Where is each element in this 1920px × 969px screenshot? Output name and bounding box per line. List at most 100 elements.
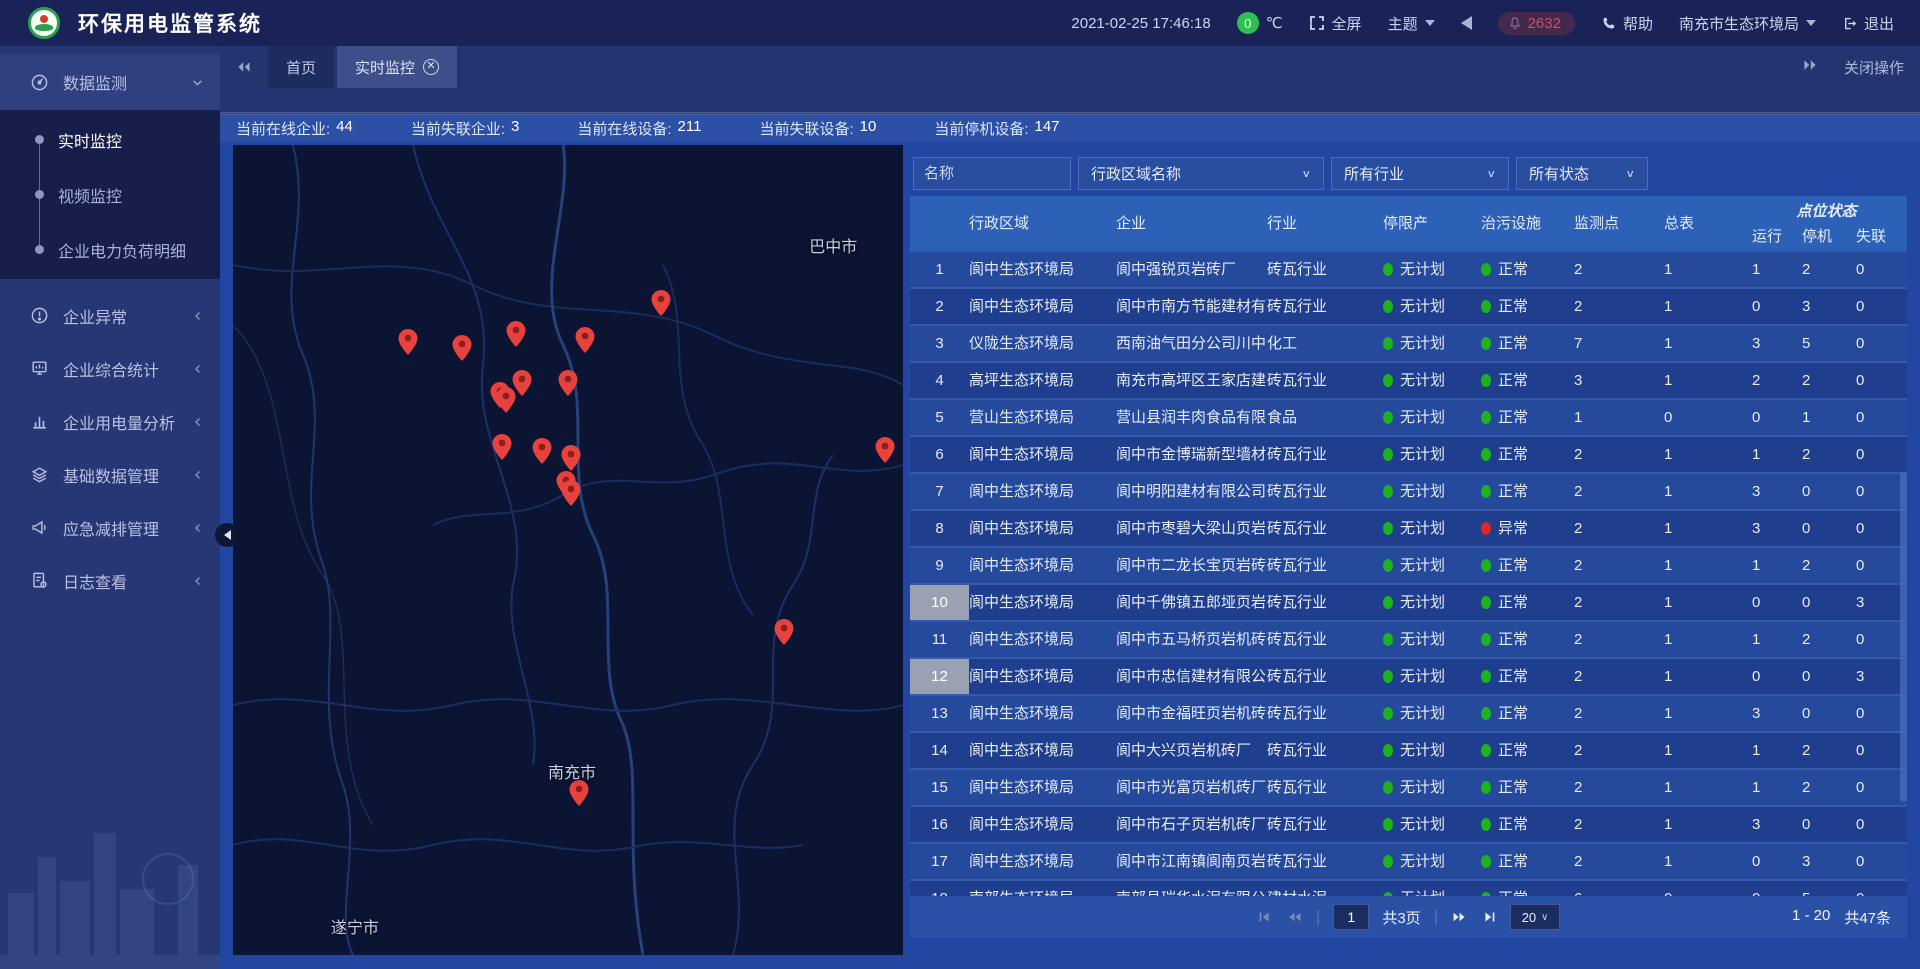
table-row[interactable]: 7 阆中生态环境局 阆中明阳建材有限公司 砖瓦行业 无计划 正常 2 1 3 0… bbox=[910, 474, 1907, 511]
table-row[interactable]: 18 南部生态环境局 南部县瑞华水泥有限公 建材水泥 无计划 正常 6 0 0 … bbox=[910, 881, 1907, 896]
location-pin-icon bbox=[774, 619, 793, 645]
cell-running: 3 bbox=[1752, 511, 1802, 546]
cell-stop-status: 无计划 bbox=[1383, 770, 1481, 805]
map-pin[interactable] bbox=[652, 290, 671, 316]
cell-industry: 砖瓦行业 bbox=[1267, 437, 1383, 472]
cell-monitor-points: 2 bbox=[1574, 844, 1664, 879]
sidebar-item-emergency-reduction[interactable]: 应急减排管理 bbox=[0, 501, 220, 554]
map-pin[interactable] bbox=[561, 445, 580, 471]
table-row[interactable]: 14 阆中生态环境局 阆中大兴页岩机砖厂 砖瓦行业 无计划 正常 2 1 1 2… bbox=[910, 733, 1907, 770]
notification-badge[interactable]: 2632 bbox=[1498, 12, 1575, 35]
cell-stop-status: 无计划 bbox=[1383, 844, 1481, 879]
sidebar-item-log-view[interactable]: 日志查看 bbox=[0, 554, 220, 607]
logout-button[interactable]: 退出 bbox=[1842, 13, 1894, 34]
sidebar-item-label: 基础数据管理 bbox=[63, 463, 159, 487]
temperature-unit: ℃ bbox=[1266, 14, 1283, 32]
sidebar-item-video-monitor[interactable]: 视频监控 bbox=[0, 167, 220, 222]
map-pin[interactable] bbox=[561, 480, 580, 506]
table-row[interactable]: 9 阆中生态环境局 阆中市二龙长宝页岩砖 砖瓦行业 无计划 正常 2 1 1 2… bbox=[910, 548, 1907, 585]
cell-region: 阆中生态环境局 bbox=[969, 622, 1116, 657]
tab-close-icon[interactable]: ✕ bbox=[423, 59, 439, 75]
cell-facility-status: 正常 bbox=[1481, 733, 1574, 768]
cell-stopped: 0 bbox=[1802, 474, 1856, 509]
map-pin[interactable] bbox=[575, 327, 594, 353]
sidebar-item-power-analysis[interactable]: 企业用电量分析 bbox=[0, 395, 220, 448]
next-page-button[interactable] bbox=[1451, 909, 1468, 925]
map-pin[interactable] bbox=[492, 434, 511, 460]
org-dropdown[interactable]: 南充市生态环境局 bbox=[1679, 13, 1816, 34]
sound-toggle[interactable] bbox=[1461, 16, 1472, 30]
close-operations-button[interactable]: 关闭操作 bbox=[1844, 57, 1904, 78]
map-pin[interactable] bbox=[512, 370, 531, 396]
status-dot-icon bbox=[1481, 300, 1491, 313]
table-row[interactable]: 4 高坪生态环境局 南充市高坪区王家店建 砖瓦行业 无计划 正常 3 1 2 2… bbox=[910, 363, 1907, 400]
help-button[interactable]: 帮助 bbox=[1601, 13, 1653, 34]
location-pin-icon bbox=[506, 321, 525, 347]
page-size-select[interactable]: 20∨ bbox=[1510, 904, 1560, 930]
table-row[interactable]: 3 仪陇生态环境局 西南油气田分公司川中 化工 无计划 正常 7 1 3 5 0 bbox=[910, 326, 1907, 363]
status-filter-select[interactable]: 所有状态∨ bbox=[1516, 157, 1648, 190]
cell-monitor-points: 2 bbox=[1574, 437, 1664, 472]
table-row[interactable]: 5 营山生态环境局 营山县润丰肉食品有限 食品 无计划 正常 1 0 0 1 0 bbox=[910, 400, 1907, 437]
tabs-scroll-left-button[interactable] bbox=[220, 46, 268, 88]
cell-total-meters: 1 bbox=[1664, 733, 1752, 768]
map-pin[interactable] bbox=[532, 438, 551, 464]
sidebar-item-power-load-detail[interactable]: 企业电力负荷明细 bbox=[0, 222, 220, 277]
table-row[interactable]: 11 阆中生态环境局 阆中市五马桥页岩机砖 砖瓦行业 无计划 正常 2 1 1 … bbox=[910, 622, 1907, 659]
sidebar-item-data-monitor[interactable]: 数据监测 bbox=[0, 54, 220, 110]
stats-bar: 当前在线企业:44 当前失联企业:3 当前在线设备:211 当前失联设备:10 … bbox=[220, 114, 1920, 142]
bell-icon bbox=[1508, 16, 1522, 30]
pagination-bar: | 共3页 | 20∨ 1 - 20 共47条 bbox=[910, 896, 1907, 938]
industry-filter-select[interactable]: 所有行业∨ bbox=[1331, 157, 1509, 190]
sidebar-item-base-data[interactable]: 基础数据管理 bbox=[0, 448, 220, 501]
cell-facility-status: 正常 bbox=[1481, 881, 1574, 896]
map-pin[interactable] bbox=[875, 437, 894, 463]
map-panel[interactable]: 巴中市 南充市 遂宁市 bbox=[233, 145, 903, 955]
last-page-button[interactable] bbox=[1481, 909, 1497, 925]
cell-company: 南部县瑞华水泥有限公 bbox=[1116, 881, 1267, 896]
location-pin-icon bbox=[559, 370, 578, 396]
map-pin[interactable] bbox=[569, 780, 588, 806]
table-row[interactable]: 10 阆中生态环境局 阆中千佛镇五郎垭页岩 砖瓦行业 无计划 正常 2 1 0 … bbox=[910, 585, 1907, 622]
sidebar-item-enterprise-statistics[interactable]: 企业综合统计 bbox=[0, 342, 220, 395]
name-filter-input[interactable] bbox=[913, 157, 1071, 190]
tab-home[interactable]: 首页 bbox=[268, 46, 334, 88]
map-pin[interactable] bbox=[559, 370, 578, 396]
table-row[interactable]: 15 阆中生态环境局 阆中市光富页岩机砖厂 砖瓦行业 无计划 正常 2 1 1 … bbox=[910, 770, 1907, 807]
map-pin[interactable] bbox=[774, 619, 793, 645]
cell-region: 阆中生态环境局 bbox=[969, 733, 1116, 768]
cell-industry: 食品 bbox=[1267, 400, 1383, 435]
sidebar-item-realtime-monitor[interactable]: 实时监控 bbox=[0, 112, 220, 167]
theme-dropdown[interactable]: 主题 bbox=[1388, 13, 1435, 34]
page-number-input[interactable] bbox=[1333, 904, 1369, 930]
first-page-button[interactable] bbox=[1257, 909, 1273, 925]
cell-stop-status: 无计划 bbox=[1383, 659, 1481, 694]
cell-index: 10 bbox=[910, 585, 969, 620]
status-dot-icon bbox=[1383, 337, 1393, 350]
location-pin-icon bbox=[575, 327, 594, 353]
tab-realtime-monitor[interactable]: 实时监控 ✕ bbox=[337, 46, 457, 88]
tabs-scroll-right-button[interactable] bbox=[1802, 58, 1818, 76]
table-row[interactable]: 2 阆中生态环境局 阆中市南方节能建材有 砖瓦行业 无计划 正常 2 1 0 3… bbox=[910, 289, 1907, 326]
table-row[interactable]: 13 阆中生态环境局 阆中市金福旺页岩机砖 砖瓦行业 无计划 正常 2 1 3 … bbox=[910, 696, 1907, 733]
table-row[interactable]: 12 阆中生态环境局 阆中市忠信建材有限公 砖瓦行业 无计划 正常 2 1 0 … bbox=[910, 659, 1907, 696]
cell-index: 2 bbox=[910, 289, 969, 324]
fullscreen-button[interactable]: 全屏 bbox=[1309, 13, 1362, 34]
region-filter-select[interactable]: 行政区域名称∨ bbox=[1078, 157, 1324, 190]
table-row[interactable]: 8 阆中生态环境局 阆中市枣碧大梁山页岩 砖瓦行业 无计划 异常 2 1 3 0… bbox=[910, 511, 1907, 548]
map-pin[interactable] bbox=[453, 335, 472, 361]
status-dot-icon bbox=[1481, 855, 1491, 868]
prev-page-button[interactable] bbox=[1286, 909, 1303, 925]
map-pin[interactable] bbox=[506, 321, 525, 347]
table-row[interactable]: 1 阆中生态环境局 阆中强锐页岩砖厂 砖瓦行业 无计划 正常 2 1 1 2 0 bbox=[910, 252, 1907, 289]
table-row[interactable]: 6 阆中生态环境局 阆中市金博瑞新型墙材 砖瓦行业 无计划 正常 2 1 1 2… bbox=[910, 437, 1907, 474]
table-row[interactable]: 17 阆中生态环境局 阆中市江南镇阆南页岩 砖瓦行业 无计划 正常 2 1 0 … bbox=[910, 844, 1907, 881]
status-dot-icon bbox=[1383, 633, 1393, 646]
table-scrollbar-thumb[interactable] bbox=[1900, 472, 1907, 802]
sidebar-collapse-button[interactable] bbox=[215, 523, 239, 547]
sidebar-item-enterprise-abnormal[interactable]: 企业异常 bbox=[0, 289, 220, 342]
map-pin[interactable] bbox=[398, 329, 417, 355]
table-row[interactable]: 16 阆中生态环境局 阆中市石子页岩机砖厂 砖瓦行业 无计划 正常 2 1 3 … bbox=[910, 807, 1907, 844]
cell-total-meters: 1 bbox=[1664, 659, 1752, 694]
cell-industry: 砖瓦行业 bbox=[1267, 733, 1383, 768]
